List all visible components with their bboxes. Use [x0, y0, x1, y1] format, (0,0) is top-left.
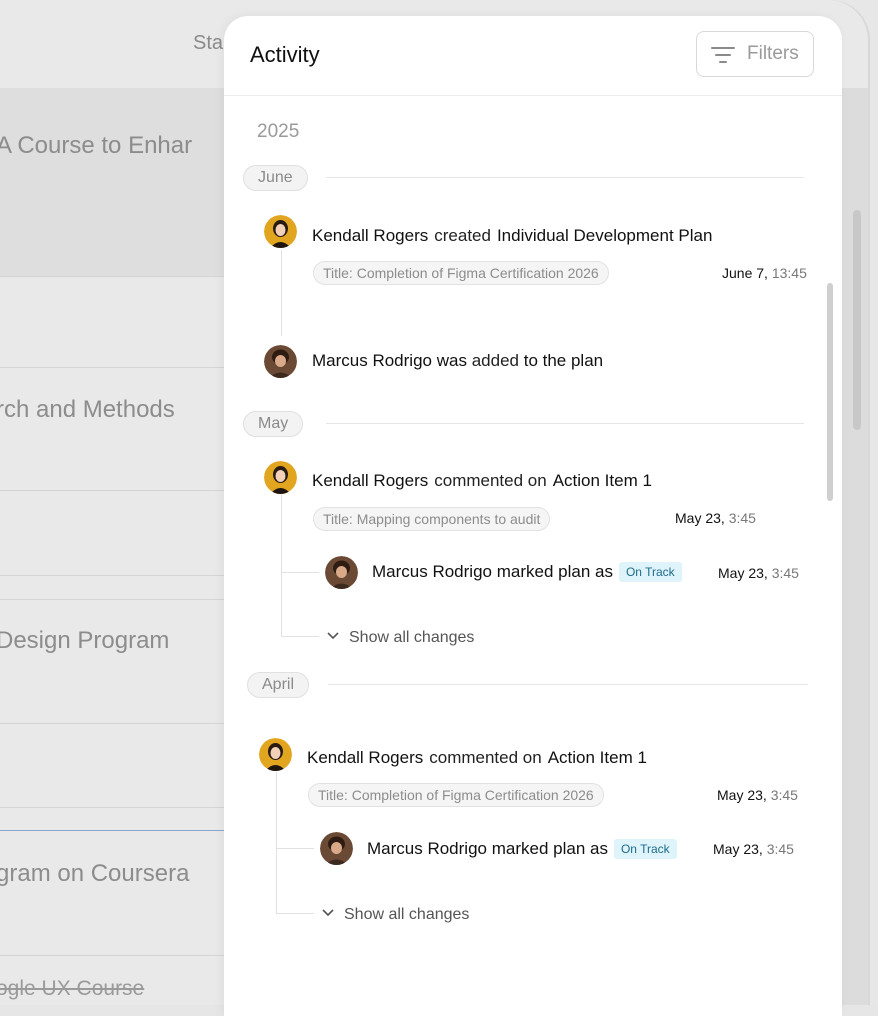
month-divider — [328, 684, 808, 685]
show-all-label: Show all changes — [344, 906, 470, 923]
timeline-branch — [281, 572, 319, 573]
year-heading: 2025 — [257, 121, 300, 142]
month-divider — [326, 177, 804, 178]
activity-panel: Activity Filters 2025 June Kendall Roger… — [224, 16, 842, 1016]
timestamp: May 23, 3:45 — [718, 565, 799, 581]
timestamp-time: 3:45 — [771, 565, 799, 581]
activity-line: Marcus Rodrigo was added to the plan — [312, 351, 603, 371]
bg-column-header-status: Sta — [193, 32, 224, 54]
avatar-marcus-rodrigo — [320, 832, 353, 865]
filters-label: Filters — [747, 43, 799, 64]
bg-table-row[interactable] — [0, 276, 240, 368]
month-pill-may: May — [243, 411, 304, 437]
activity-line: Marcus Rodrigo marked plan as On Track — [372, 562, 682, 582]
actor-name[interactable]: Kendall Rogers — [307, 748, 423, 767]
activity-line: Marcus Rodrigo marked plan as On Track — [367, 839, 677, 859]
title-chip: Title: Mapping components to audit — [313, 507, 551, 531]
bg-table-row[interactable]: ogle UX Course — [0, 955, 240, 1005]
timeline-connector — [281, 495, 282, 636]
timeline-branch — [281, 636, 319, 637]
activity-text-to-plan: to the plan — [523, 351, 604, 370]
timestamp: June 7, 13:45 — [722, 265, 807, 281]
timeline-connector — [276, 772, 277, 913]
activity-verb: added — [471, 351, 519, 370]
timestamp-time: 3:45 — [770, 787, 798, 803]
timestamp-time: 13:45 — [771, 265, 807, 281]
month-divider — [326, 423, 804, 424]
status-badge-on-track: On Track — [618, 562, 682, 582]
activity-object-link[interactable]: Action Item 1 — [548, 748, 647, 767]
timestamp-date: June 7, — [722, 265, 768, 281]
show-all-changes-button[interactable]: Show all changes — [322, 905, 469, 924]
timestamp: May 23, 3:45 — [675, 510, 756, 526]
avatar-kendall-rogers — [264, 461, 297, 494]
avatar-marcus-rodrigo — [264, 345, 297, 378]
timestamp: May 23, 3:45 — [713, 841, 794, 857]
bg-table-row[interactable]: gram on Coursera — [0, 831, 240, 956]
actor-name[interactable]: Marcus Rodrigo — [367, 839, 487, 858]
bg-table-row[interactable]: Design Program — [0, 599, 240, 724]
status-badge-on-track: On Track — [613, 839, 677, 859]
activity-object-link[interactable]: Individual Development Plan — [497, 226, 712, 245]
bg-row-title: gram on Coursera — [0, 860, 190, 887]
timeline-branch — [276, 848, 314, 849]
bg-table-row[interactable] — [0, 723, 240, 808]
panel-header: Activity Filters — [224, 16, 842, 96]
show-all-changes-button[interactable]: Show all changes — [327, 628, 474, 647]
panel-scrollbar-thumb[interactable] — [827, 283, 833, 501]
activity-verb: marked plan as — [491, 839, 608, 858]
activity-text-was: was — [436, 351, 467, 370]
month-pill-april: April — [247, 672, 310, 698]
actor-name[interactable]: Marcus Rodrigo — [312, 351, 432, 370]
timestamp-time: 3:45 — [766, 841, 794, 857]
timestamp-date: May 23, — [717, 787, 767, 803]
activity-verb: marked plan as — [496, 562, 613, 581]
avatar-kendall-rogers — [264, 215, 297, 248]
actor-name[interactable]: Kendall Rogers — [312, 471, 428, 490]
panel-title: Activity — [250, 42, 320, 67]
activity-line: Kendall Rogers commented on Action Item 1 — [307, 748, 647, 768]
bg-row-title: Design Program — [0, 627, 170, 654]
activity-line: Kendall Rogers created Individual Developm… — [312, 226, 712, 246]
bg-table-row[interactable] — [0, 490, 240, 576]
bg-row-title: A Course to Enhar — [0, 132, 193, 159]
bg-row-title: ogle UX Course — [0, 977, 145, 1000]
timestamp-date: May 23, — [675, 510, 725, 526]
timeline-connector — [281, 250, 282, 336]
filter-lines-icon — [711, 46, 735, 64]
avatar-kendall-rogers — [259, 738, 292, 771]
filters-button[interactable]: Filters — [696, 31, 814, 77]
chevron-down-icon — [322, 905, 334, 917]
timestamp-time: 3:45 — [728, 510, 756, 526]
month-pill-june: June — [243, 165, 308, 191]
timestamp-date: May 23, — [713, 841, 763, 857]
timeline-branch — [276, 913, 314, 914]
timestamp: May 23, 3:45 — [717, 787, 798, 803]
chevron-down-icon — [327, 628, 339, 640]
bg-table-row[interactable]: rch and Methods — [0, 367, 240, 491]
activity-verb: created — [434, 226, 491, 245]
bg-table-row[interactable] — [0, 575, 240, 600]
timestamp-date: May 23, — [718, 565, 768, 581]
bg-row-title: rch and Methods — [0, 396, 175, 423]
activity-verb: commented on — [429, 748, 542, 767]
activity-object-link[interactable]: Action Item 1 — [553, 471, 652, 490]
activity-verb: commented on — [434, 471, 547, 490]
title-chip: Title: Completion of Figma Certification… — [308, 783, 604, 807]
bg-table-row[interactable]: A Course to Enhar — [0, 88, 240, 277]
actor-name[interactable]: Marcus Rodrigo — [372, 562, 492, 581]
title-chip: Title: Completion of Figma Certification… — [313, 261, 609, 285]
show-all-label: Show all changes — [349, 629, 475, 646]
activity-line: Kendall Rogers commented on Action Item 1 — [312, 471, 652, 491]
actor-name[interactable]: Kendall Rogers — [312, 226, 428, 245]
bg-scrollbar-thumb[interactable] — [853, 210, 861, 430]
avatar-marcus-rodrigo — [325, 556, 358, 589]
